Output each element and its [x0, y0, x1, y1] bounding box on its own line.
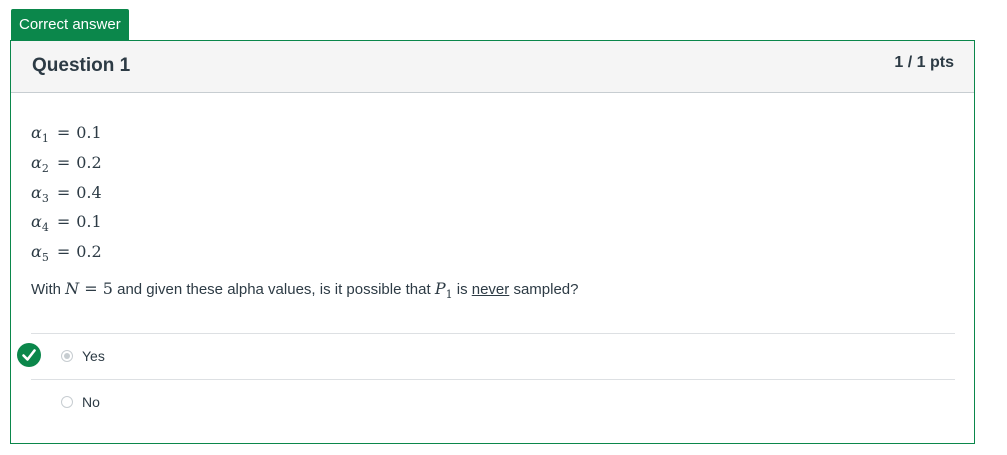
question-header: Question 1 1 / 1 pts — [11, 41, 974, 93]
question-text: With N = 5 and given these alpha values,… — [31, 278, 579, 302]
correct-check-icon — [17, 343, 41, 367]
answer-option-no[interactable]: No — [31, 380, 955, 425]
answer-option-yes[interactable]: Yes — [31, 334, 955, 380]
alpha-row: α1 = 0.1 — [31, 123, 102, 146]
alpha-value: 0.4 — [76, 182, 102, 202]
alpha-value: 0.1 — [76, 212, 102, 232]
question-title: Question 1 — [32, 55, 131, 76]
alpha-row: α2 = 0.2 — [31, 152, 102, 175]
alpha-row: α4 = 0.1 — [31, 212, 102, 235]
correct-answer-tag: Correct answer — [11, 9, 129, 41]
alpha-list: α1 = 0.1 α2 = 0.2 α3 = 0.4 α4 = 0.1 α5 = 0.2 — [31, 121, 955, 270]
alpha-row: α3 = 0.4 — [31, 182, 102, 205]
radio-no[interactable] — [61, 396, 73, 408]
radio-yes[interactable] — [61, 350, 73, 362]
question-points: 1 / 1 pts — [894, 54, 954, 71]
question-body: α1 = 0.1 α2 = 0.2 α3 = 0.4 α4 = 0.1 α5 = 0.2 With … — [31, 121, 955, 306]
alpha-value: 0.1 — [76, 123, 102, 142]
alpha-value: 0.2 — [76, 242, 102, 262]
answer-label: Yes — [82, 348, 105, 364]
answer-label: No — [82, 394, 100, 410]
alpha-row: α5 = 0.2 — [31, 242, 102, 265]
alpha-value: 0.2 — [76, 152, 102, 172]
answer-list: Yes No — [31, 333, 955, 425]
emphasis-never: never — [471, 280, 510, 298]
